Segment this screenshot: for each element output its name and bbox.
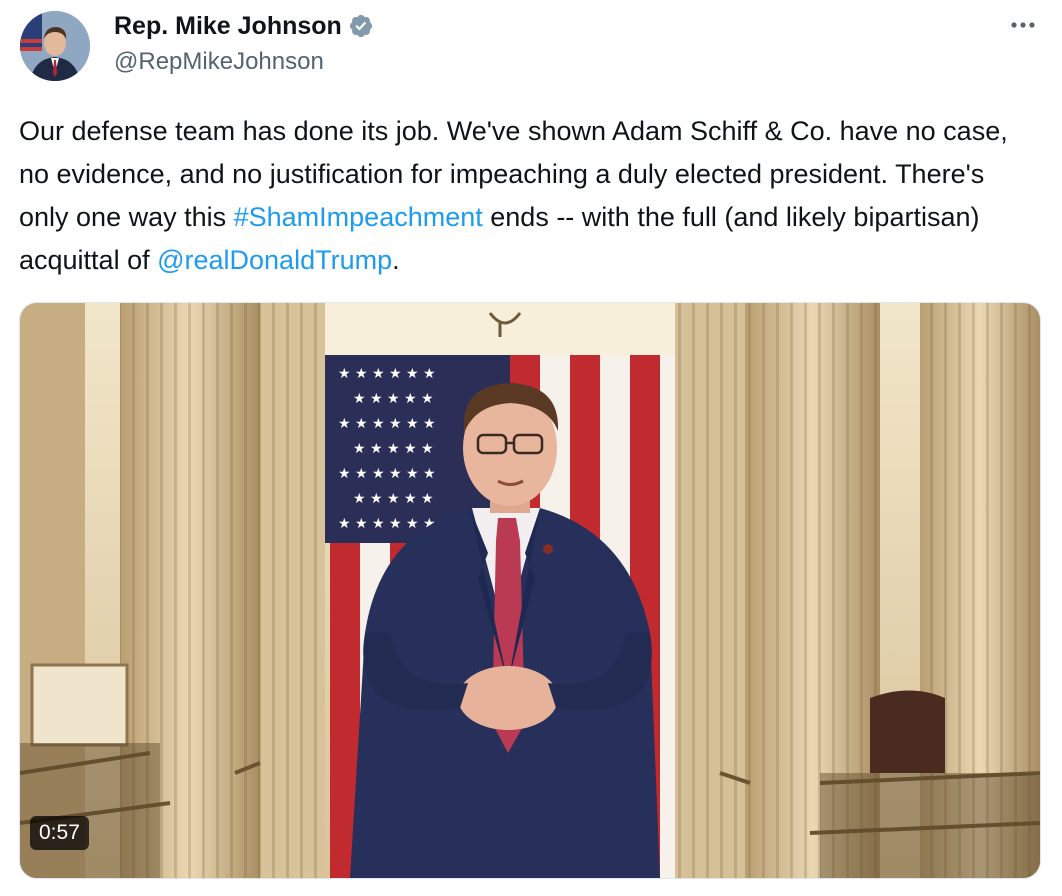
author-name-row[interactable]: Rep. Mike Johnson xyxy=(114,11,374,41)
tweet-text-part3: . xyxy=(392,245,400,275)
more-horizontal-icon xyxy=(1011,22,1035,28)
more-options-button[interactable] xyxy=(1008,12,1038,38)
svg-text:★ ★ ★ ★ ★: ★ ★ ★ ★ ★ xyxy=(353,441,434,457)
author-display-name[interactable]: Rep. Mike Johnson xyxy=(114,12,342,41)
video-thumbnail: ★ ★ ★ ★ ★ ★ ★ ★ ★ ★ ★ ★ ★ ★ ★ ★ ★ ★ ★ ★ … xyxy=(20,303,1040,878)
hashtag-link[interactable]: #ShamImpeachment xyxy=(234,202,483,232)
author-handle[interactable]: @RepMikeJohnson xyxy=(114,48,324,76)
verified-badge-icon[interactable] xyxy=(348,13,374,39)
svg-text:★ ★ ★ ★ ★ ★: ★ ★ ★ ★ ★ ★ xyxy=(338,366,436,382)
svg-text:★ ★ ★ ★ ★ ★: ★ ★ ★ ★ ★ ★ xyxy=(338,466,436,482)
mention-link[interactable]: @realDonaldTrump xyxy=(157,245,392,275)
svg-text:★ ★ ★ ★ ★: ★ ★ ★ ★ ★ xyxy=(353,391,434,407)
video-duration-badge: 0:57 xyxy=(30,816,89,850)
tweet-text: Our defense team has done its job. We've… xyxy=(19,110,1029,282)
svg-text:★ ★ ★ ★ ★ ★: ★ ★ ★ ★ ★ ★ xyxy=(338,516,436,532)
svg-text:★ ★ ★ ★ ★: ★ ★ ★ ★ ★ xyxy=(353,491,434,507)
avatar-image xyxy=(20,11,90,81)
author-avatar[interactable] xyxy=(20,11,90,81)
video-player[interactable]: ★ ★ ★ ★ ★ ★ ★ ★ ★ ★ ★ ★ ★ ★ ★ ★ ★ ★ ★ ★ … xyxy=(19,302,1041,879)
svg-text:★ ★ ★ ★ ★ ★: ★ ★ ★ ★ ★ ★ xyxy=(338,416,436,432)
